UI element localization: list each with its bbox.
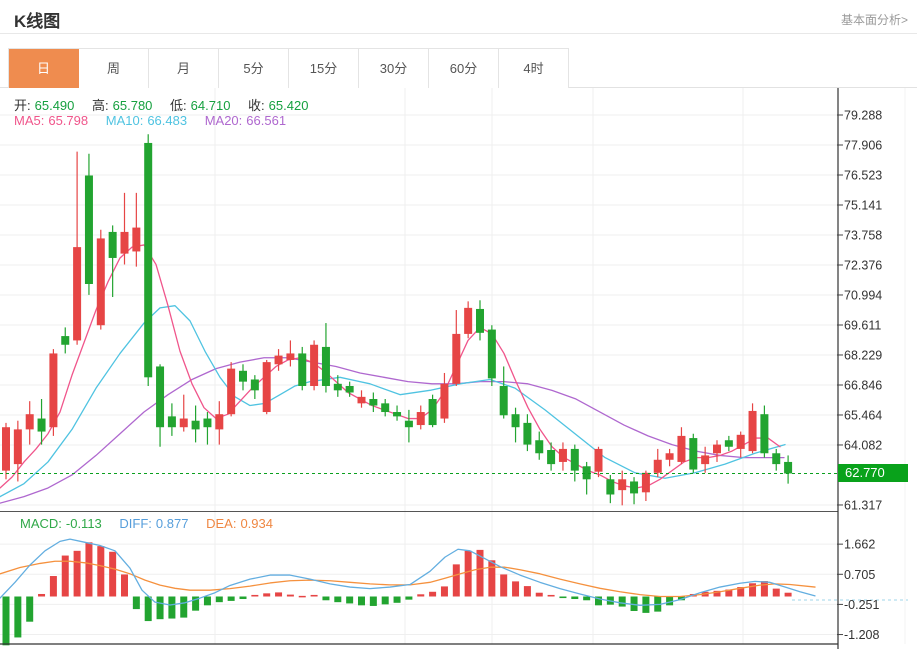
y-axis-label: 61.317 [844,498,882,512]
y-axis-label: 75.141 [844,198,882,212]
ma-readout: MA5: 65.798 MA10:66.483 MA20:66.561 [14,113,290,128]
y-axis-label: 0.705 [844,568,875,582]
tab-period-0[interactable]: 日 [9,49,79,88]
ma10-label: MA10: [106,113,144,128]
y-axis-label: 66.846 [844,378,882,392]
tab-period-2[interactable]: 月 [149,49,219,88]
y-axis-label: -0.251 [844,598,879,612]
dea-label: DEA: [206,516,236,531]
ma5-label: MA5: [14,113,44,128]
close-value: 65.420 [269,98,309,113]
ohlc-readout: 开: 65.490 高: 65.780 低: 64.710 收: 65.420 [14,95,312,114]
header-divider [0,33,917,34]
low-value: 64.710 [191,98,231,113]
diff-label: DIFF: [119,516,152,531]
y-axis-label: 73.758 [844,229,882,243]
diff-value: 0.877 [156,516,189,531]
y-axis-label: 69.611 [844,318,881,332]
tab-period-4[interactable]: 15分 [289,49,359,88]
fundamental-analysis-link[interactable]: 基本面分析> [841,11,908,28]
macd-value: -0.113 [66,516,102,531]
tab-period-6[interactable]: 60分 [429,49,499,88]
low-label: 低: [170,98,187,113]
high-value: 65.780 [113,98,153,113]
y-axis-label: 70.994 [844,288,882,302]
current-price-badge: 62.770 [838,464,908,482]
y-axis-label: 1.662 [844,538,875,552]
open-value: 65.490 [35,98,75,113]
ma5-value: 65.798 [48,113,88,128]
ma10-value: 66.483 [147,113,187,128]
macd-readout: MACD: -0.113 DIFF: 0.877 DEA: 0.934 [20,516,277,531]
tab-period-1[interactable]: 周 [79,49,149,88]
tab-period-7[interactable]: 4时 [499,49,569,88]
y-axis-label: 72.376 [844,258,882,272]
y-axis-label: 64.082 [844,438,882,452]
tab-period-5[interactable]: 30分 [359,49,429,88]
dea-value: 0.934 [240,516,273,531]
tab-period-3[interactable]: 5分 [219,49,289,88]
y-axis-label: 76.523 [844,169,882,183]
page-title: K线图 [14,7,60,32]
y-axis-label: 68.229 [844,348,882,362]
open-label: 开: [14,98,31,113]
macd-label: MACD: [20,516,62,531]
ma20-label: MA20: [205,113,243,128]
period-tabs: 日周月5分15分30分60分4时 [8,48,569,88]
y-axis-label: 77.906 [844,138,882,152]
high-label: 高: [92,98,109,113]
y-axis-label: -1.208 [844,628,879,642]
ma20-value: 66.561 [246,113,286,128]
y-axis-label: 79.288 [844,109,882,123]
close-label: 收: [248,98,265,113]
y-axis-label: 65.464 [844,408,882,422]
period-tabbar: 日周月5分15分30分60分4时 [0,48,917,88]
